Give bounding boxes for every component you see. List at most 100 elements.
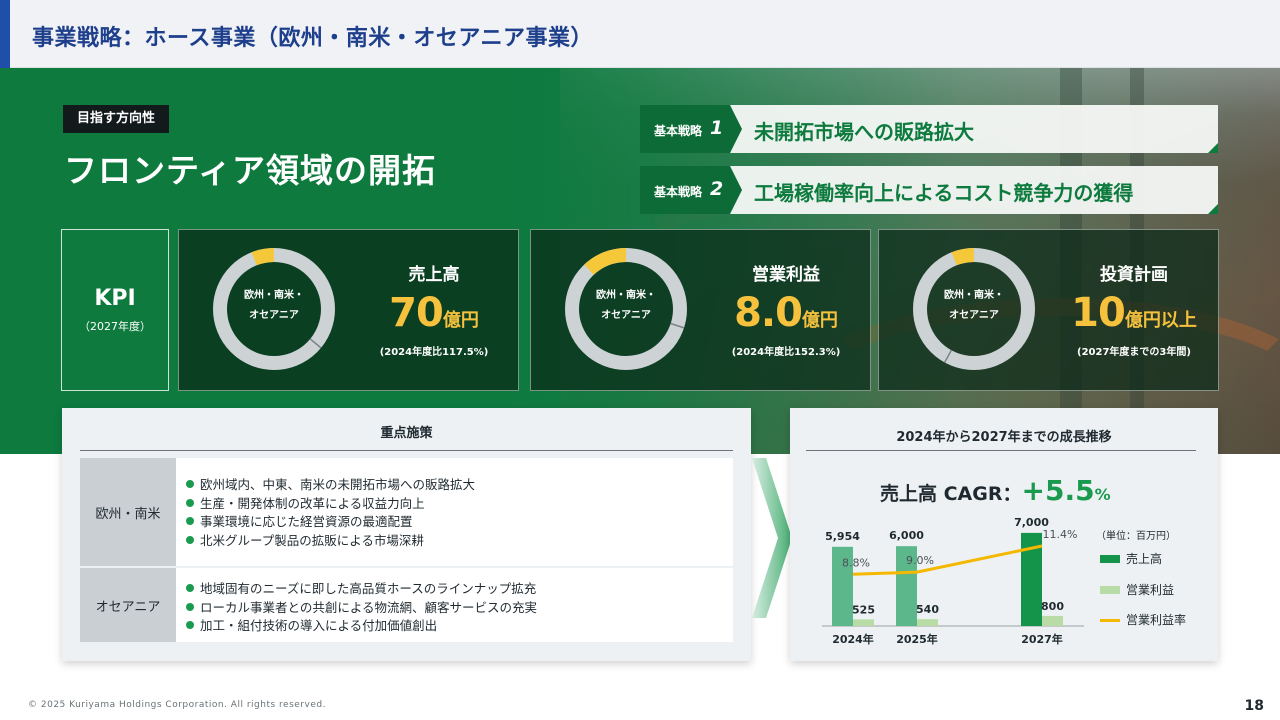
donut-label: 欧州・南米・ オセアニア bbox=[561, 286, 691, 326]
chevron-right-icon bbox=[752, 458, 792, 618]
unit-note: （単位：百万円） bbox=[1096, 531, 1176, 542]
bullet-icon bbox=[186, 602, 194, 611]
data-label-profit: 525 bbox=[852, 603, 875, 616]
bullet-icon bbox=[186, 498, 194, 507]
kpi-value: 70億円 bbox=[344, 290, 524, 336]
data-label-sales: 5,954 bbox=[825, 530, 860, 543]
donut-label-line2: オセアニア bbox=[601, 310, 651, 321]
strategy-text: 未開拓市場への販路拡大 bbox=[754, 120, 974, 144]
page-title: 事業戦略：ホース事業（欧州・南米・オセアニア事業） bbox=[32, 26, 593, 51]
measure-text: 地域固有のニーズに即した高品質ホースのラインナップ拡充 bbox=[200, 581, 537, 596]
kpi-value-unit: 億円以上 bbox=[1124, 310, 1197, 331]
donut-segment-region bbox=[251, 248, 275, 266]
bar-profit bbox=[917, 619, 938, 626]
donut-label: 欧州・南米・ オセアニア bbox=[909, 286, 1039, 326]
measure-text: 生産・開発体制の改革による収益力向上 bbox=[200, 495, 425, 511]
kpi-value: 8.0億円 bbox=[696, 290, 876, 336]
bar-profit bbox=[853, 619, 874, 626]
list-item: 欧州域内、中東、南米の未開拓市場への販路拡大 bbox=[186, 476, 475, 495]
data-label-sales: 6,000 bbox=[889, 529, 924, 542]
strategy-corner-mark bbox=[1208, 143, 1218, 153]
bullet-icon bbox=[186, 584, 194, 592]
bar-profit bbox=[1042, 615, 1063, 626]
hero-title: フロンティア領域の開拓 bbox=[64, 151, 437, 190]
strategy-tag-label: 基本戦略 bbox=[654, 124, 703, 138]
list-item: 地域固有のニーズに即した高品質ホースのラインナップ拡充 bbox=[186, 580, 537, 599]
strategy-corner-mark bbox=[1208, 204, 1218, 214]
data-label-margin: 9.0% bbox=[906, 554, 934, 567]
bullet-icon bbox=[186, 535, 194, 544]
strategy-tag-arrow bbox=[730, 105, 742, 153]
region-label: 欧州・南米 bbox=[80, 458, 176, 566]
strategy-tag-arrow bbox=[730, 166, 742, 214]
strategy-text: 工場稼働率向上によるコスト競争力の獲得 bbox=[754, 181, 1134, 205]
strategy-banner-1: 未開拓市場への販路拡大 基本戦略 1 bbox=[640, 105, 1218, 153]
x-tick-label: 2025年 bbox=[896, 632, 938, 646]
measure-list: 欧州域内、中東、南米の未開拓市場への販路拡大 生産・開発体制の改革による収益力向… bbox=[186, 476, 475, 550]
region-label: オセアニア bbox=[80, 568, 176, 642]
kpi-label: KPI bbox=[94, 286, 136, 311]
kpi-title: 営業利益 bbox=[752, 265, 820, 285]
bullet-icon bbox=[186, 517, 194, 525]
kpi-card-operating-profit: 欧州・南米・ オセアニア 営業利益 8.0億円 (2024年度比152.3%) bbox=[530, 229, 871, 391]
kpi-title: 売上高 bbox=[408, 265, 460, 285]
measure-list: 地域固有のニーズに即した高品質ホースのラインナップ拡充 ローカル事業者との共創に… bbox=[186, 580, 537, 636]
donut-label-line2: オセアニア bbox=[949, 310, 999, 321]
list-item: 加工・組付技術の導入による付加価値創出 bbox=[186, 617, 537, 636]
bullet-icon bbox=[186, 480, 194, 488]
data-label-profit: 800 bbox=[1041, 600, 1064, 613]
donut-segment-region bbox=[951, 248, 975, 266]
strategy-body: 未開拓市場への販路拡大 bbox=[730, 105, 1218, 153]
legend-label: 売上高 bbox=[1126, 552, 1163, 566]
donut-label-line1: 欧州・南米・ bbox=[596, 290, 656, 301]
donut-label-line2: オセアニア bbox=[249, 310, 299, 321]
strategy-tag: 基本戦略 1 bbox=[640, 105, 730, 153]
page-number: 18 bbox=[1244, 698, 1264, 714]
list-item: 事業環境に応じた経営資源の最適配置 bbox=[186, 513, 475, 532]
donut-label-line1: 欧州・南米・ bbox=[944, 290, 1004, 301]
direction-tag: 目指す方向性 bbox=[63, 105, 170, 133]
strategy-body: 工場稼働率向上によるコスト競争力の獲得 bbox=[730, 166, 1218, 214]
list-item: 北米グループ製品の拡販による市場深耕 bbox=[186, 532, 475, 551]
kpi-label-box: KPI （2027年度） bbox=[61, 229, 169, 391]
key-measures-panel: 重点施策 欧州・南米 欧州域内、中東、南米の未開拓市場への販路拡大 生産・開発体… bbox=[62, 408, 751, 661]
measures-row-europe-south-america: 欧州・南米 欧州域内、中東、南米の未開拓市場への販路拡大 生産・開発体制の改革に… bbox=[80, 458, 733, 566]
copyright: © 2025 Kuriyama Holdings Corporation. Al… bbox=[28, 700, 326, 710]
measures-divider bbox=[80, 450, 733, 451]
measure-text: 加工・組付技術の導入による付加価値創出 bbox=[200, 618, 438, 633]
list-item: 生産・開発体制の改革による収益力向上 bbox=[186, 495, 475, 514]
data-label-profit: 540 bbox=[916, 603, 939, 616]
growth-panel: 2024年から2027年までの成長推移 売上高 CAGR：+5.5% 5,954… bbox=[790, 408, 1218, 661]
data-label-margin: 11.4% bbox=[1043, 528, 1078, 541]
kpi-value-number: 8.0 bbox=[734, 290, 803, 336]
legend-label: 営業利益 bbox=[1126, 583, 1175, 597]
kpi-card-investment: 欧州・南米・ オセアニア 投資計画 10億円以上 (2027年度までの3年間) bbox=[878, 229, 1219, 391]
strategy-tag: 基本戦略 2 bbox=[640, 166, 730, 214]
kpi-note: (2024年度比152.3%) bbox=[731, 347, 841, 358]
legend-swatch bbox=[1100, 586, 1120, 594]
donut-label-line1: 欧州・南米・ bbox=[244, 290, 304, 301]
kpi-value-unit: 億円 bbox=[801, 310, 838, 331]
strategy-tag-label: 基本戦略 bbox=[654, 185, 703, 199]
measures-title: 重点施策 bbox=[380, 426, 433, 441]
data-label-sales: 7,000 bbox=[1014, 516, 1049, 529]
strategy-banner-2: 工場稼働率向上によるコスト競争力の獲得 基本戦略 2 bbox=[640, 166, 1218, 214]
slide-header: 事業戦略：ホース事業（欧州・南米・オセアニア事業） bbox=[0, 0, 1280, 68]
data-label-margin: 8.8% bbox=[842, 556, 870, 569]
kpi-note: (2024年度比117.5%) bbox=[379, 347, 489, 358]
kpi-title: 投資計画 bbox=[1100, 265, 1168, 285]
kpi-value-number: 10 bbox=[1071, 290, 1126, 336]
kpi-value: 10億円以上 bbox=[1044, 290, 1224, 336]
line-margin bbox=[852, 544, 1043, 576]
header-accent-bar bbox=[0, 0, 10, 68]
kpi-note: (2027年度までの3年間) bbox=[1077, 347, 1191, 358]
kpi-value-number: 70 bbox=[389, 290, 444, 336]
strategy-tag-number: 1 bbox=[710, 117, 724, 139]
donut-label: 欧州・南米・ オセアニア bbox=[209, 286, 339, 326]
legend-label: 営業利益率 bbox=[1126, 613, 1187, 627]
measure-text: 事業環境に応じた経営資源の最適配置 bbox=[200, 514, 413, 529]
bullet-icon bbox=[186, 621, 194, 629]
measure-text: 北米グループ製品の拡販による市場深耕 bbox=[200, 532, 424, 548]
kpi-card-sales: 欧州・南米・ オセアニア 売上高 70億円 (2024年度比117.5%) bbox=[178, 229, 519, 391]
measure-text: 欧州域内、中東、南米の未開拓市場への販路拡大 bbox=[200, 477, 476, 492]
